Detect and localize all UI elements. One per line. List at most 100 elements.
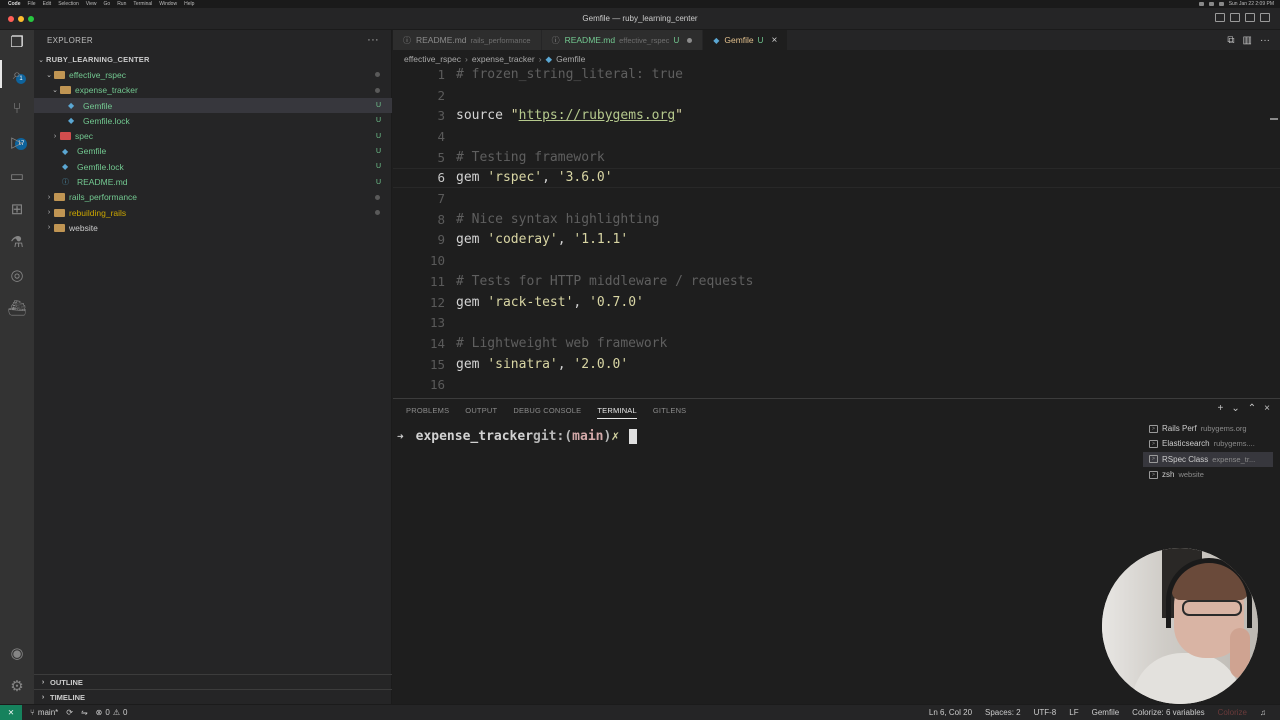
menu-file[interactable]: File <box>28 1 36 7</box>
split-editor-icon[interactable]: ▥ <box>1243 35 1252 46</box>
extensions-icon[interactable]: ⊞ <box>8 201 26 219</box>
unsaved-dot-icon[interactable] <box>687 37 693 43</box>
menu-help[interactable]: Help <box>184 1 194 7</box>
problems-status[interactable]: ⊗ 0 ⚠ 0 <box>96 708 128 717</box>
workspace-root[interactable]: ⌄ RUBY_LEARNING_CENTER <box>34 52 392 67</box>
testing-icon[interactable]: ⚗ <box>8 234 26 252</box>
new-terminal-icon[interactable]: + <box>1218 403 1224 414</box>
notifications-bell-icon[interactable]: ♫ <box>1260 708 1266 717</box>
code-editor[interactable]: 1 # frozen_string_literal: true 2 3 sour… <box>393 68 1280 398</box>
tab-debug-console[interactable]: DEBUG CONSOLE <box>513 405 581 415</box>
scrollbar-position-marker[interactable] <box>1270 118 1278 120</box>
active-view-indicator <box>0 60 2 88</box>
gem-file-icon: ◆ <box>62 162 69 172</box>
code-comment: # Testing framework <box>456 149 605 165</box>
tree-folder-spec[interactable]: › spec U <box>34 128 392 143</box>
tab-gitlens[interactable]: GITLENS <box>653 405 687 415</box>
tab-readme-effective-rspec[interactable]: ⓘ README.md effective_rspec U <box>541 30 704 50</box>
tree-file-gemfile[interactable]: ◆ Gemfile U <box>34 144 392 159</box>
tree-file-gemfile-lock[interactable]: ◆ Gemfile.lock U <box>34 159 392 174</box>
terminal-instance-elasticsearch[interactable]: > Elasticsearch rubygems.... <box>1143 436 1273 451</box>
docker-icon[interactable]: ⛴ <box>7 300 26 318</box>
tree-file-gemfile-selected[interactable]: ◆ Gemfile U <box>34 97 392 114</box>
window-titlebar: Gemfile — ruby_learning_center <box>0 8 1280 30</box>
menu-edit[interactable]: Edit <box>43 1 52 7</box>
indentation[interactable]: Spaces: 2 <box>985 708 1021 717</box>
end-of-line[interactable]: LF <box>1069 708 1078 717</box>
code-url-link[interactable]: https://rubygems.org <box>519 108 676 123</box>
breadcrumb-item[interactable]: Gemfile <box>556 54 585 64</box>
colorize-toggle[interactable]: Colorize <box>1218 708 1247 717</box>
tab-terminal[interactable]: TERMINAL <box>597 402 637 419</box>
outline-section[interactable]: › OUTLINE <box>34 674 392 689</box>
code-quote: " <box>675 108 683 124</box>
tab-output[interactable]: OUTPUT <box>465 405 497 415</box>
tree-file-gemfile-lock[interactable]: ◆ Gemfile.lock U <box>34 113 392 128</box>
menu-view[interactable]: View <box>86 1 97 7</box>
live-share-icon[interactable]: ⇋ <box>81 708 88 717</box>
breadcrumb: effective_rspec › expense_tracker › ◆ Ge… <box>393 50 1280 68</box>
menu-run[interactable]: Run <box>117 1 126 7</box>
breadcrumb-item[interactable]: effective_rspec <box>404 54 461 64</box>
accounts-icon[interactable]: ◉ <box>8 645 26 663</box>
toggle-panel-icon[interactable] <box>1230 13 1240 22</box>
webcam-overlay <box>1102 548 1258 704</box>
terminal-instance-rails-perf[interactable]: > Rails Perf rubygems.org <box>1143 421 1273 436</box>
spec-folder-icon <box>60 132 71 141</box>
remote-explorer-icon[interactable]: ▭ <box>8 168 26 186</box>
run-debug-icon[interactable]: ▷ <box>8 134 26 152</box>
terminal-instance-rspec-class[interactable]: > RSpec Class expense_tr... <box>1143 451 1273 467</box>
customize-layout-icon[interactable] <box>1260 13 1270 22</box>
menu-window[interactable]: Window <box>159 1 177 7</box>
more-actions-icon[interactable]: ··· <box>1260 35 1270 46</box>
untracked-status: U <box>375 117 381 125</box>
file-encoding[interactable]: UTF-8 <box>1034 708 1057 717</box>
tree-folder-expense-tracker[interactable]: ⌄ expense_tracker <box>34 83 392 98</box>
branch-status[interactable]: ⑂ main* <box>30 708 58 717</box>
close-panel-icon[interactable]: × <box>1264 403 1270 414</box>
more-actions-icon[interactable]: ··· <box>367 34 379 46</box>
line-number: 11 <box>429 273 445 289</box>
settings-gear-icon[interactable]: ⚙ <box>8 678 26 696</box>
code-string: 'rack-test' <box>487 294 574 310</box>
close-tab-icon[interactable]: × <box>771 35 777 46</box>
code-line: 15 gem 'sinatra', '2.0.0' <box>393 354 1280 375</box>
sync-icon[interactable]: ⟳ <box>66 708 73 717</box>
chevron-down-icon[interactable]: ⌄ <box>1231 403 1239 414</box>
language-mode[interactable]: Gemfile <box>1092 708 1120 717</box>
tab-label: Gemfile <box>724 35 754 45</box>
explorer-icon[interactable]: ❐ <box>8 34 26 52</box>
tree-folder-effective-rspec[interactable]: ⌄ effective_rspec <box>34 67 392 82</box>
tab-readme-rails-performance[interactable]: ⓘ README.md rails_performance <box>393 30 542 50</box>
menu-go[interactable]: Go <box>104 1 111 7</box>
menu-selection[interactable]: Selection <box>58 1 79 7</box>
terminal-instance-zsh[interactable]: > zsh website <box>1143 467 1273 482</box>
control-center-icon[interactable] <box>1218 2 1224 6</box>
breadcrumb-item[interactable]: expense_tracker <box>472 54 535 64</box>
menubar-clock[interactable]: Sun Jan 22 2:09 PM <box>1229 1 1274 7</box>
open-changes-icon[interactable]: ⧉ <box>1227 35 1234 46</box>
terminal-prompt-line[interactable]: ➜ expense_tracker git:(main) ✗ <box>397 429 638 444</box>
source-control-icon[interactable]: ⑂ <box>8 100 26 118</box>
search-icon[interactable]: ⌕ <box>8 66 26 84</box>
tab-gemfile-active[interactable]: ◆ Gemfile U × <box>703 30 789 50</box>
remote-indicator-icon[interactable]: ⨯ <box>0 704 22 720</box>
timeline-section[interactable]: › TIMELINE <box>34 689 392 704</box>
menu-app-code[interactable]: Code <box>8 1 21 7</box>
gitlens-icon[interactable]: ◎ <box>8 267 26 285</box>
wifi-icon[interactable] <box>1198 2 1204 6</box>
menu-terminal[interactable]: Terminal <box>133 1 152 7</box>
cursor-position[interactable]: Ln 6, Col 20 <box>929 708 972 717</box>
toggle-secondary-sidebar-icon[interactable] <box>1245 13 1255 22</box>
toggle-sidebar-icon[interactable] <box>1215 13 1225 22</box>
tree-file-readme[interactable]: ⓘ README.md U <box>34 174 392 189</box>
tree-folder-rebuilding-rails[interactable]: › rebuilding_rails <box>34 205 392 220</box>
tree-folder-website[interactable]: › website <box>34 220 392 235</box>
tab-problems[interactable]: PROBLEMS <box>406 405 449 415</box>
colorize-status[interactable]: Colorize: 6 variables <box>1132 708 1204 717</box>
sidebar-footer-sections: › OUTLINE › TIMELINE <box>34 674 392 704</box>
battery-icon[interactable] <box>1208 2 1214 6</box>
code-comment: # frozen_string_literal: true <box>456 68 683 82</box>
tree-folder-rails-performance[interactable]: › rails_performance <box>34 190 392 205</box>
maximize-panel-icon[interactable]: ⌃ <box>1248 403 1256 414</box>
